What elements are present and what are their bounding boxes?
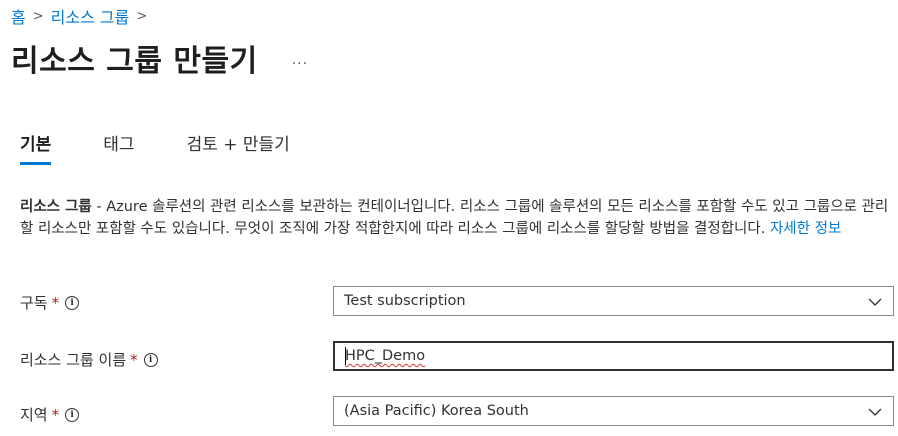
tab-review-create[interactable]: 검토 + 만들기 (187, 130, 290, 165)
breadcrumb-chevron-icon: > (32, 8, 44, 24)
subscription-label: 구독 (20, 294, 48, 312)
subscription-dropdown[interactable]: Test subscription (333, 286, 894, 316)
region-label: 지역 (20, 406, 48, 424)
title-row: 리소스 그룹 만들기 ... (11, 36, 308, 80)
info-icon[interactable]: i (143, 352, 158, 367)
region-value: (Asia Pacific) Korea South (344, 403, 529, 419)
tab-basics[interactable]: 기본 (20, 130, 52, 165)
required-marker: * (51, 293, 60, 312)
breadcrumb-resource-groups[interactable]: 리소스 그룹 (51, 4, 130, 28)
description-text: - Azure 솔루션의 관련 리소스를 보관하는 컨테이너입니다. 리소스 그… (20, 199, 889, 237)
chevron-down-icon (868, 408, 882, 416)
resource-group-name-label: 리소스 그룹 이름 (20, 351, 127, 369)
chevron-down-icon (868, 298, 882, 306)
page-title: 리소스 그룹 만들기 (11, 44, 258, 79)
region-dropdown[interactable]: (Asia Pacific) Korea South (333, 396, 894, 426)
required-marker: * (130, 350, 138, 369)
tab-tags[interactable]: 태그 (103, 130, 134, 165)
required-marker: * (51, 405, 60, 424)
description-term: 리소스 그룹 (20, 199, 92, 215)
learn-more-link[interactable]: 자세한 정보 (770, 221, 841, 237)
tab-list: 기본 태그 검토 + 만들기 (20, 130, 342, 165)
subscription-value: Test subscription (344, 293, 466, 309)
breadcrumb-home[interactable]: 홈 (11, 4, 26, 28)
subscription-label-row: 구독 * i (20, 292, 80, 313)
breadcrumb-chevron-icon: > (136, 8, 148, 24)
info-icon[interactable]: i (65, 407, 80, 422)
region-label-row: 지역 * i (20, 404, 80, 425)
more-options-button[interactable]: ... (292, 52, 308, 68)
breadcrumb: 홈 > 리소스 그룹 > (11, 4, 154, 28)
resource-group-name-value: HPC_Demo (345, 348, 426, 364)
description: 리소스 그룹 - Azure 솔루션의 관련 리소스를 보관하는 컨테이너입니다… (20, 196, 892, 240)
resource-group-name-input[interactable]: HPC_Demo (333, 341, 894, 371)
info-icon[interactable]: i (65, 295, 80, 310)
resource-group-name-label-row: 리소스 그룹 이름 * i (20, 349, 158, 370)
